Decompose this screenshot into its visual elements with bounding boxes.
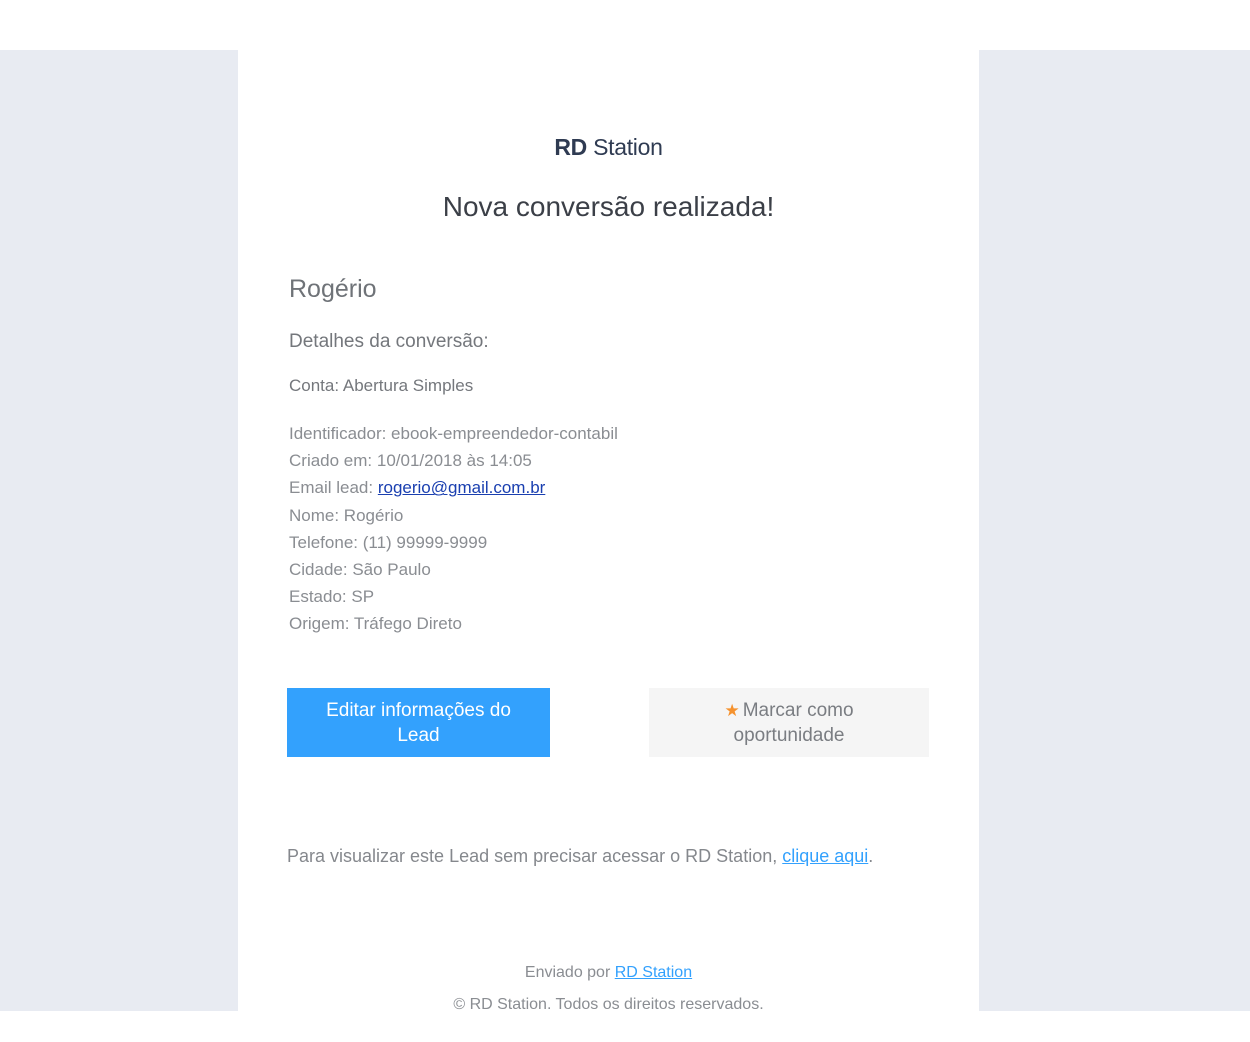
click-here-link[interactable]: clique aqui — [782, 846, 868, 866]
rd-station-link[interactable]: RD Station — [615, 964, 692, 981]
view-note-text: Para visualizar este Lead sem precisar a… — [287, 846, 783, 866]
mark-opportunity-label: Marcar como oportunidade — [733, 699, 854, 746]
field-email: Email lead: rogerio@gmail.com.br — [289, 474, 618, 501]
star-icon: ★ — [724, 700, 740, 720]
details-title: Detalhes da conversão: — [289, 331, 489, 352]
logo-rd: RD — [554, 134, 587, 160]
sent-by: Enviado por RD Station — [238, 964, 979, 982]
account-line: Conta: Abertura Simples — [289, 376, 474, 395]
field-origin: Origem: Tráfego Direto — [289, 614, 462, 634]
lead-name: Rogério — [289, 275, 377, 303]
field-state: Estado: SP — [289, 587, 375, 607]
field-phone: Telefone: (11) 99999-9999 — [289, 532, 488, 552]
view-lead-note: Para visualizar este Lead sem precisar a… — [287, 846, 873, 867]
field-city: Cidade: São Paulo — [289, 560, 431, 580]
lead-fields: Identificador: ebook-empreendedor-contab… — [289, 420, 618, 638]
opportunity-label-wrap: ★ Marcar como oportunidade — [689, 698, 889, 748]
field-identifier: Identificador: ebook-empreendedor-contab… — [289, 424, 618, 443]
logo-station: Station — [593, 134, 663, 160]
sent-by-prefix: Enviado por — [524, 964, 615, 981]
copyright: © RD Station. Todos os direitos reservad… — [453, 996, 764, 1013]
email-card: RD Station Nova conversão realizada! Rog… — [238, 50, 979, 1013]
edit-lead-button[interactable]: Editar informações do Lead — [287, 688, 550, 757]
field-created: Criado em: 10/01/2018 às 14:05 — [289, 451, 532, 471]
page-title: Nova conversão realizada! — [442, 191, 775, 222]
email-link[interactable]: rogerio@gmail.com.br — [378, 478, 545, 497]
email-label: Email lead: — [289, 478, 378, 498]
field-name: Nome: Rogério — [289, 505, 404, 525]
rd-station-logo: RD Station — [238, 134, 979, 161]
mark-opportunity-button[interactable]: ★ Marcar como oportunidade — [649, 688, 929, 757]
view-note-end: . — [868, 846, 874, 866]
edit-lead-label: Editar informações do Lead — [326, 699, 511, 746]
